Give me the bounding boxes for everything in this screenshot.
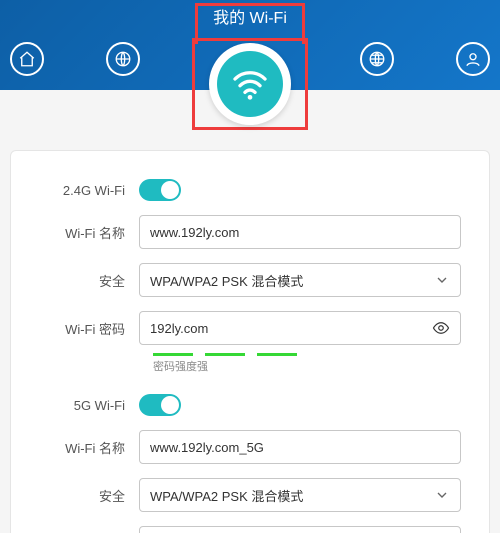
wifi5-security-row: 安全	[39, 478, 461, 512]
wifi24-toggle[interactable]	[139, 179, 181, 201]
wifi24-name-label: Wi-Fi 名称	[39, 223, 139, 242]
eye-icon[interactable]	[432, 319, 450, 337]
nav-right	[360, 42, 490, 76]
nav-left	[10, 42, 140, 76]
wifi5-name-input[interactable]	[150, 440, 450, 455]
home-icon[interactable]	[10, 42, 44, 76]
wifi5-section-label: 5G Wi-Fi	[39, 398, 139, 413]
password-strength-bars	[153, 353, 461, 356]
wifi24-password-label: Wi-Fi 密码	[39, 319, 139, 338]
chevron-down-icon	[434, 487, 450, 503]
wifi5-name-row: Wi-Fi 名称	[39, 430, 461, 464]
wifi24-enable-row: 2.4G Wi-Fi	[39, 179, 461, 201]
wifi5-password-field[interactable]	[139, 526, 461, 533]
top-nav-bar: 我的 Wi-Fi	[0, 0, 500, 90]
network-icon[interactable]	[360, 42, 394, 76]
wifi24-security-value[interactable]	[150, 273, 434, 288]
wifi5-toggle[interactable]	[139, 394, 181, 416]
wifi-tab[interactable]	[209, 43, 291, 125]
wifi5-enable-row: 5G Wi-Fi	[39, 394, 461, 416]
wifi24-password-row: Wi-Fi 密码	[39, 311, 461, 345]
wifi24-security-row: 安全	[39, 263, 461, 297]
globe-icon[interactable]	[106, 42, 140, 76]
wifi24-password-field[interactable]	[139, 311, 461, 345]
wifi5-security-label: 安全	[39, 486, 139, 505]
wifi24-security-label: 安全	[39, 271, 139, 290]
wifi24-password-input[interactable]	[150, 321, 432, 336]
wifi24-name-input[interactable]	[150, 225, 450, 240]
wifi5-name-field[interactable]	[139, 430, 461, 464]
wifi-settings-panel: 2.4G Wi-Fi Wi-Fi 名称 安全 Wi-Fi 密码 密码强度强 5G…	[10, 150, 490, 533]
wifi5-security-value[interactable]	[150, 488, 434, 503]
chevron-down-icon	[434, 272, 450, 288]
password-strength-text: 密码强度强	[153, 358, 461, 374]
wifi24-name-row: Wi-Fi 名称	[39, 215, 461, 249]
wifi5-security-select[interactable]	[139, 478, 461, 512]
user-icon[interactable]	[456, 42, 490, 76]
wifi5-name-label: Wi-Fi 名称	[39, 438, 139, 457]
wifi24-security-select[interactable]	[139, 263, 461, 297]
wifi-icon	[230, 64, 270, 104]
wifi5-password-row: Wi-Fi 密码	[39, 526, 461, 533]
wifi-tab-highlight	[192, 38, 308, 130]
wifi24-section-label: 2.4G Wi-Fi	[39, 183, 139, 198]
wifi24-name-field[interactable]	[139, 215, 461, 249]
